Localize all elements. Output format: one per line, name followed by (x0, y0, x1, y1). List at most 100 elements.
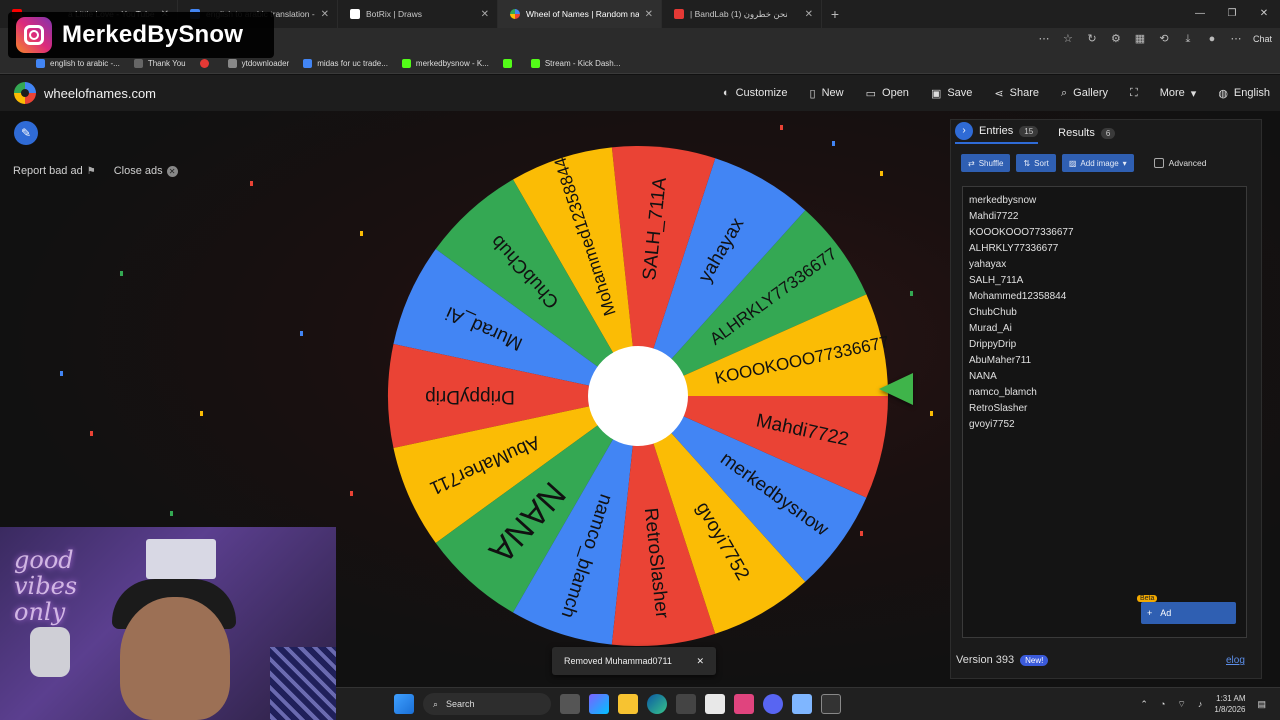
gallery-button[interactable]: ⌕ Gallery (1061, 87, 1108, 100)
history-icon[interactable]: ⟲ (1157, 32, 1171, 46)
taskbar-search[interactable]: ⌕ Search (423, 693, 551, 715)
more-icon[interactable]: ⋯ (1037, 32, 1051, 46)
app-icon[interactable] (821, 694, 841, 714)
share-button[interactable]: ⋖ Share (994, 87, 1039, 100)
browser-tab-bandlab[interactable]: | BandLab نحن خطرون (1) ✕ (662, 0, 822, 28)
entry-line[interactable]: SALH_711A (969, 273, 1240, 289)
close-icon[interactable]: ✕ (645, 9, 653, 20)
entry-line[interactable]: RetroSlasher (969, 401, 1240, 417)
tab-label: Wheel of Names | Random na (526, 9, 639, 19)
bookmark[interactable]: ytdownloader (227, 59, 289, 68)
store-icon[interactable] (676, 694, 696, 714)
sort-button[interactable]: ⇅ Sort (1016, 154, 1056, 172)
entry-line[interactable]: NANA (969, 369, 1240, 385)
browser-tab-botrix[interactable]: BotRix | Draws ✕ (338, 0, 498, 28)
tab-entries[interactable]: › Entries 15 (955, 122, 1039, 144)
entry-line[interactable]: ChubChub (969, 305, 1240, 321)
menu-icon[interactable]: ⋯ (1229, 32, 1243, 46)
entry-line[interactable]: gvoyi7752 (969, 417, 1240, 433)
star-icon[interactable]: ☆ (1061, 32, 1075, 46)
language-button[interactable]: ◍ English (1218, 87, 1270, 100)
entry-line[interactable]: DrippyDrip (969, 337, 1240, 353)
webcam-overlay: good vibes only (0, 527, 336, 720)
wifi-icon[interactable]: ⌔ (1177, 699, 1185, 710)
open-button[interactable]: ▭ Open (866, 87, 909, 100)
tab-label: BotRix | Draws (366, 9, 423, 19)
entry-line[interactable]: Mahdi7722 (969, 209, 1240, 225)
split-icon[interactable]: ▦ (1133, 32, 1147, 46)
wheel-hub[interactable] (588, 346, 688, 446)
button-label: Shuffle (978, 158, 1004, 168)
fullscreen-button[interactable]: ⛶ (1130, 87, 1138, 100)
close-window-icon[interactable]: ✕ (1248, 0, 1280, 28)
bookmark[interactable] (199, 59, 214, 68)
report-bad-ad-link[interactable]: Report bad ad ⚑ (13, 165, 96, 177)
new-tab-button[interactable]: + (822, 6, 848, 22)
close-icon[interactable]: ✕ (805, 9, 813, 20)
app-icon[interactable] (734, 694, 754, 714)
entries-textarea[interactable]: merkedbysnow Mahdi7722 KOOOKOOO77336677 ALH… (962, 186, 1247, 638)
minimize-icon[interactable]: — (1184, 0, 1216, 28)
copilot-icon[interactable] (589, 694, 609, 714)
file-explorer-icon[interactable] (618, 694, 638, 714)
entry-line[interactable]: yahayax (969, 257, 1240, 273)
bookmark[interactable] (502, 59, 517, 68)
bookmark[interactable]: midas for uc trade... (303, 59, 388, 68)
more-button[interactable]: More ▾ (1160, 87, 1197, 100)
neon-sign: good vibes only (14, 546, 78, 626)
site-logo[interactable]: wheelofnames.com (14, 82, 156, 104)
menu-label: Open (882, 87, 909, 99)
entry-line[interactable]: merkedbysnow (969, 193, 1240, 209)
customize-button[interactable]: ◐ Customize (723, 87, 788, 99)
save-button[interactable]: ▣ Save (931, 87, 972, 100)
bookmark[interactable]: english to arabic -... (36, 59, 120, 68)
tab-results[interactable]: Results 6 (1058, 127, 1116, 139)
button-label: Ad (1160, 608, 1172, 618)
discord-icon[interactable] (763, 694, 783, 714)
task-view-icon[interactable] (560, 694, 580, 714)
refresh-icon[interactable]: ↻ (1085, 32, 1099, 46)
entry-line[interactable]: AbuMaher711 (969, 353, 1240, 369)
close-ads-link[interactable]: Close ads ✕ (114, 165, 178, 177)
extensions-icon[interactable]: ⚙ (1109, 32, 1123, 46)
windows-start-icon[interactable] (394, 694, 414, 714)
volume-icon[interactable]: ♪ (1198, 699, 1203, 709)
clock[interactable]: 1:31 AM 1/8/2026 (1214, 693, 1245, 715)
edge-icon[interactable] (647, 694, 667, 714)
add-image-button[interactable]: ▨ Add image ▾ (1061, 154, 1134, 172)
chevron-right-icon[interactable]: › (955, 122, 973, 140)
edit-pencil-button[interactable]: ✎ (14, 121, 38, 145)
streamer-face (120, 597, 230, 720)
menu-label: Save (947, 87, 973, 99)
app-icon[interactable] (705, 694, 725, 714)
snackbar-close-icon[interactable]: ✕ (696, 656, 704, 667)
bookmark-icon (36, 59, 45, 68)
entry-line[interactable]: ALHRKLY77336677 (969, 241, 1240, 257)
new-button[interactable]: ▯ New (810, 87, 844, 100)
shuffle-button[interactable]: ⇄ Shuffle (961, 154, 1011, 172)
add-button[interactable]: + Ad (1141, 602, 1236, 624)
chat-button[interactable]: Chat (1253, 32, 1272, 46)
network-icon[interactable]: ◔ (1160, 699, 1165, 709)
close-icon[interactable]: ✕ (481, 9, 489, 20)
chevron-up-icon[interactable]: ⌃ (1140, 699, 1148, 710)
notification-icon[interactable]: ▤ (1257, 699, 1266, 710)
taskbar-apps: ⌕ Search (394, 693, 841, 715)
browser-tab-wheelofnames[interactable]: Wheel of Names | Random na ✕ (498, 0, 662, 28)
entry-line[interactable]: KOOOKOOO77336677 (969, 225, 1240, 241)
bookmark[interactable]: Stream - Kick Dash... (530, 59, 620, 68)
restore-icon[interactable]: ❐ (1216, 0, 1248, 28)
entry-line[interactable]: Murad_Ai (969, 321, 1240, 337)
profile-icon[interactable]: ● (1205, 32, 1219, 46)
bookmark[interactable]: Thank You (133, 59, 186, 68)
caret-down-icon: ▾ (1190, 87, 1197, 100)
wheel[interactable]: ALHRKLY77336677 yahayax SALH_711A Mohammed1… (386, 144, 891, 648)
advanced-checkbox[interactable]: Advanced (1153, 158, 1206, 168)
entry-line[interactable]: namco_blamch (969, 385, 1240, 401)
download-icon[interactable]: ⤓ (1181, 32, 1195, 46)
changelog-link[interactable]: elog (1226, 655, 1245, 666)
close-icon[interactable]: ✕ (321, 9, 329, 20)
entry-line[interactable]: Mohammed12358844 (969, 289, 1240, 305)
bookmark[interactable]: merkedbysnow - K... (401, 59, 489, 68)
notepad-icon[interactable] (792, 694, 812, 714)
